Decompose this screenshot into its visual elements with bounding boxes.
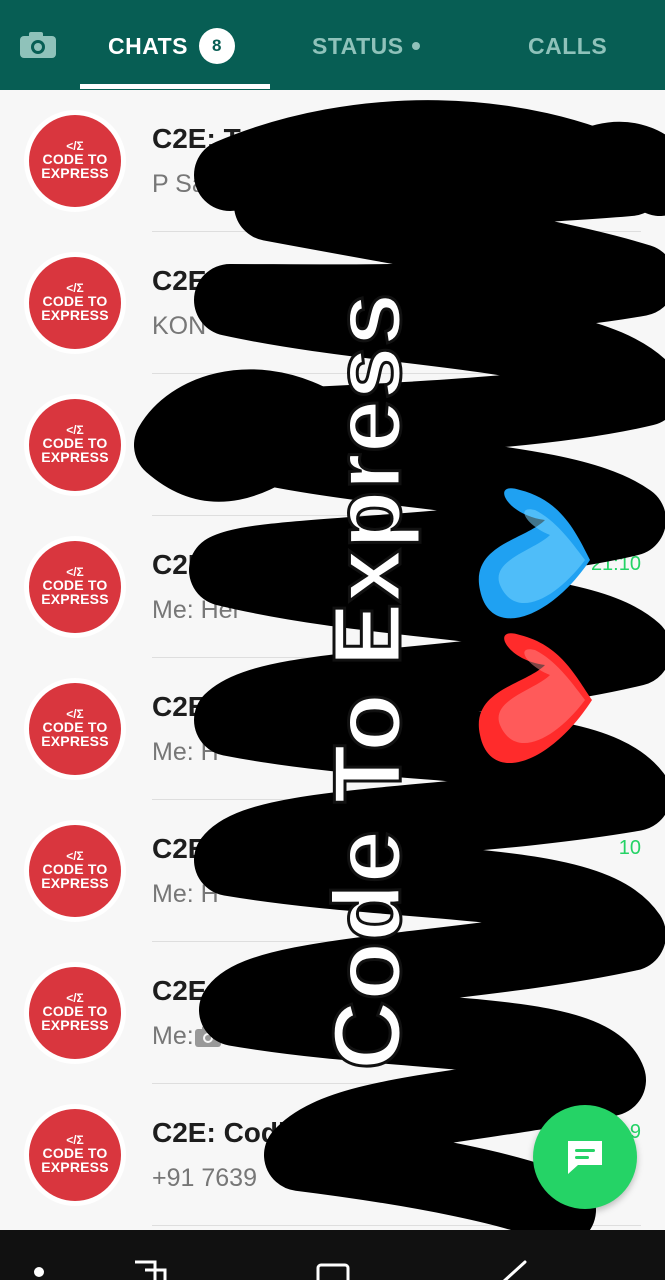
back-icon[interactable] xyxy=(495,1258,535,1280)
redaction-overlay: Code To Express xyxy=(134,100,665,1246)
new-chat-button[interactable] xyxy=(533,1105,637,1209)
recent-apps-icon[interactable] xyxy=(130,1260,170,1280)
system-navigation-bar xyxy=(0,1230,665,1280)
nav-dot-icon[interactable] xyxy=(33,1266,45,1278)
whatsapp-chat-screen: CHATS 8 STATUS CALLS </Σ CODE TO EXPRESS C… xyxy=(0,0,665,1280)
overlay-text: Code To Express xyxy=(314,293,421,1070)
message-icon xyxy=(568,1141,602,1174)
home-icon[interactable] xyxy=(313,1260,353,1280)
